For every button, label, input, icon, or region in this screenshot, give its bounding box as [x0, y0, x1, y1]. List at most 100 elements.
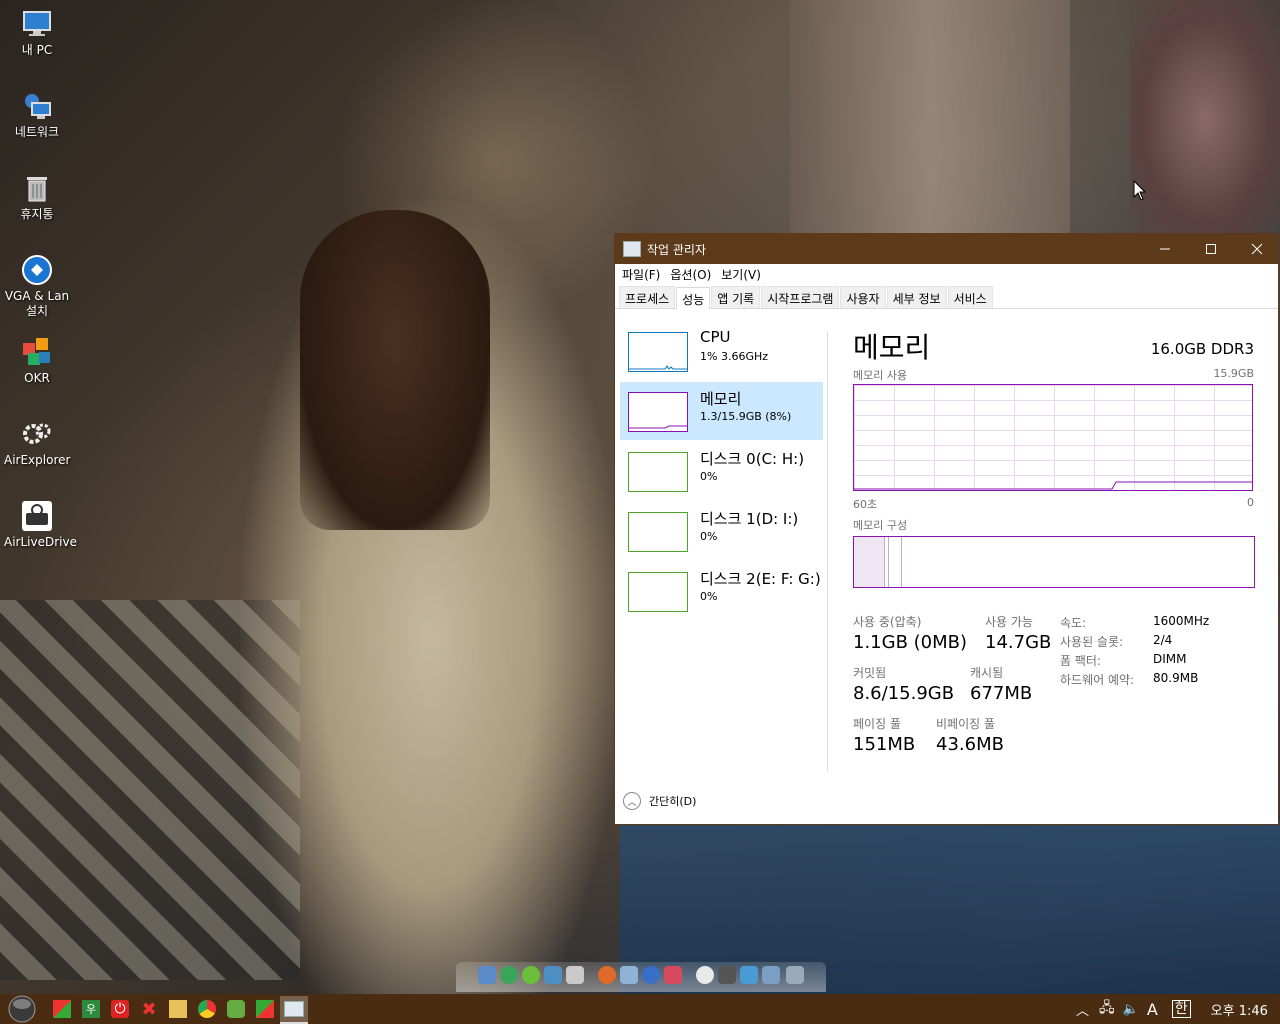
composition-in-use	[854, 537, 885, 587]
composition-modified	[888, 537, 902, 587]
dock-windows-icon[interactable]	[740, 966, 758, 984]
dock-display-icon[interactable]	[762, 966, 780, 984]
desktop-icon-label: 휴지통	[20, 207, 54, 221]
detail-form-factor-value: DIMM	[1153, 652, 1187, 666]
stat-paged-pool-value: 151MB	[853, 734, 916, 755]
airexplorer-icon	[21, 418, 53, 450]
tab-startup[interactable]: 시작프로그램	[761, 286, 840, 308]
stat-nonpaged-pool-value: 43.6MB	[936, 734, 1004, 755]
task-manager-window: 작업 관리자 파일(F) 옵션(O) 보기(V) 프로세스 성능 앱 기록 시작…	[614, 233, 1279, 825]
tab-services[interactable]: 서비스	[947, 286, 993, 308]
desktop-icon-vga-lan[interactable]: VGA & Lan 설치	[4, 254, 70, 319]
fewer-details-button[interactable]: ︿ 간단히(D)	[623, 792, 696, 810]
dock-m-icon[interactable]	[642, 966, 660, 984]
memory-composition-bar	[853, 536, 1255, 588]
taskbar-app-icon[interactable]	[227, 1000, 245, 1018]
resource-name: 디스크 2(E: F: G:)	[700, 570, 821, 588]
stat-cached-label: 캐시됨	[970, 666, 1004, 680]
desktop-icon-recycle-bin[interactable]: 휴지통	[4, 172, 70, 222]
title-bar[interactable]: 작업 관리자	[615, 234, 1278, 264]
dock-media-player-icon[interactable]	[696, 966, 714, 984]
dock-monitor-icon[interactable]	[478, 966, 496, 984]
desktop-icon-label: OKR	[24, 371, 50, 385]
graph-time-right: 0	[1247, 496, 1254, 509]
start-orb-icon	[8, 995, 36, 1023]
taskbar-power-icon[interactable]: ⏻	[111, 1000, 129, 1018]
close-icon	[1251, 243, 1263, 255]
tray-network-icon[interactable]: 🖧	[1099, 997, 1115, 1021]
detail-hw-reserved-label: 하드웨어 예약:	[1060, 673, 1135, 687]
resource-value: 0%	[700, 530, 718, 543]
graph-time-left: 60초	[853, 498, 878, 511]
resource-value: 1.3/15.9GB (8%)	[700, 410, 792, 423]
detail-slots-value: 2/4	[1153, 633, 1173, 647]
resource-name: 디스크 0(C: H:)	[700, 450, 805, 468]
system-tray: ︿ 🖧 🔈 A 한 오후 1:46	[1076, 994, 1268, 1024]
menu-options[interactable]: 옵션(O)	[667, 266, 718, 283]
disk-thumbnail-graph	[628, 572, 688, 612]
taskbar-close-app-icon[interactable]: ✖	[140, 999, 158, 1020]
tray-volume-icon[interactable]: 🔈	[1123, 1002, 1139, 1017]
tray-ime-mode[interactable]: A	[1147, 1000, 1158, 1019]
taskbar-color-icon[interactable]	[53, 1000, 71, 1018]
dock-network-icon[interactable]	[544, 966, 562, 984]
tab-users[interactable]: 사용자	[840, 286, 886, 308]
dock-7zip-icon[interactable]	[718, 966, 736, 984]
taskbar-task-manager-button[interactable]	[280, 996, 308, 1024]
tab-app-history[interactable]: 앱 기록	[711, 286, 761, 308]
taskbar-green-app-icon[interactable]: 우	[82, 1000, 100, 1018]
minimize-button[interactable]	[1142, 234, 1188, 264]
menu-file[interactable]: 파일(F)	[619, 266, 667, 283]
wallpaper-hair	[300, 210, 490, 530]
tray-chevron-up-icon[interactable]: ︿	[1076, 1000, 1089, 1019]
taskbar-chrome-icon[interactable]	[198, 1000, 216, 1018]
dock-drive-icon[interactable]	[786, 966, 804, 984]
disk-thumbnail-graph	[628, 512, 688, 552]
task-manager-taskbar-icon	[284, 1001, 304, 1017]
resource-cpu[interactable]: CPU 1% 3.66GHz	[620, 322, 823, 380]
dock-firefox-icon[interactable]	[598, 966, 616, 984]
stat-nonpaged-pool-label: 비페이징 풀	[936, 717, 996, 731]
detail-speed-value: 1600MHz	[1153, 614, 1210, 628]
start-button[interactable]	[6, 994, 38, 1024]
stat-cached-value: 677MB	[970, 683, 1033, 704]
dock-palette-icon[interactable]	[664, 966, 682, 984]
desktop-icon-okr[interactable]: OKR	[4, 336, 70, 386]
tab-processes[interactable]: 프로세스	[619, 286, 676, 308]
cpu-thumbnail-graph	[628, 332, 688, 372]
resource-disk-2[interactable]: 디스크 2(E: F: G:) 0%	[620, 562, 823, 620]
resource-value: 0%	[700, 470, 718, 483]
desktop-icon-network[interactable]: 네트워크	[4, 90, 70, 140]
detail-speed-label: 속도:	[1060, 616, 1087, 630]
resource-value: 0%	[700, 590, 718, 603]
maximize-button[interactable]	[1188, 234, 1234, 264]
desktop-icon-airlivedrive[interactable]: AirLiveDrive	[4, 500, 77, 550]
desktop-icon-label: 내 PC	[21, 43, 53, 57]
menu-view[interactable]: 보기(V)	[718, 266, 768, 283]
resource-disk-0[interactable]: 디스크 0(C: H:) 0%	[620, 442, 823, 500]
desktop-icon-my-pc[interactable]: 내 PC	[4, 8, 70, 58]
memory-heading: 메모리	[853, 331, 931, 364]
dock-c-icon[interactable]	[522, 966, 540, 984]
tray-ime-language[interactable]: 한	[1171, 1000, 1191, 1018]
wallpaper-tree	[1130, 0, 1280, 240]
memory-thumbnail-graph	[628, 392, 688, 432]
dock-usb-icon[interactable]	[566, 966, 584, 984]
memory-spec: 16.0GB DDR3	[1150, 340, 1254, 358]
tab-performance[interactable]: 성능	[676, 287, 711, 309]
dock-document-icon[interactable]	[620, 966, 638, 984]
resource-value: 1% 3.66GHz	[700, 350, 769, 363]
resource-memory[interactable]: 메모리 1.3/15.9GB (8%)	[620, 382, 823, 440]
dock-refresh-icon[interactable]	[500, 966, 518, 984]
window-title: 작업 관리자	[647, 242, 707, 257]
close-button[interactable]	[1234, 234, 1280, 264]
desktop-icon-label: AirExplorer	[4, 453, 71, 467]
taskbar-app2-icon[interactable]	[256, 1000, 274, 1018]
vga-lan-install-icon	[21, 254, 53, 286]
detail-form-factor-label: 폼 팩터:	[1060, 654, 1101, 668]
desktop-icon-airexplorer[interactable]: AirExplorer	[4, 418, 70, 468]
tray-clock[interactable]: 오후 1:46	[1211, 1000, 1268, 1019]
taskbar-folder-icon[interactable]	[169, 1000, 187, 1018]
tab-details[interactable]: 세부 정보	[886, 286, 947, 308]
resource-disk-1[interactable]: 디스크 1(D: I:) 0%	[620, 502, 823, 560]
